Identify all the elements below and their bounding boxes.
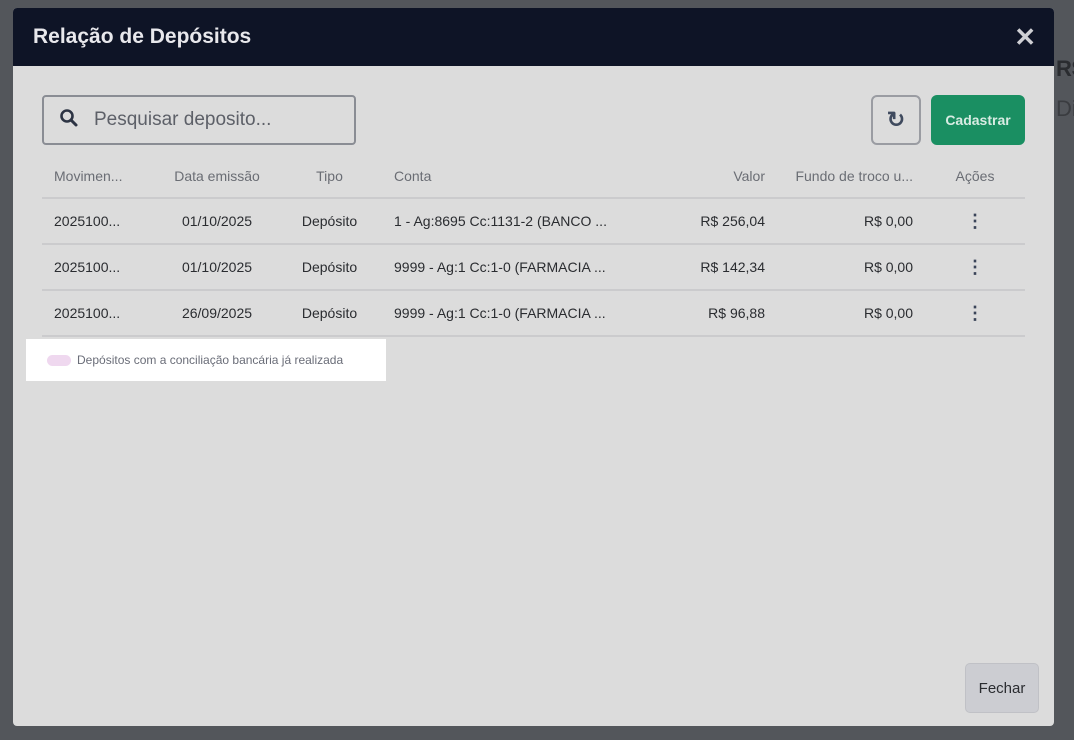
legend: Depósitos com a conciliação bancária já … — [26, 339, 386, 381]
cell-value: R$ 142,34 — [622, 243, 777, 290]
register-button[interactable]: Cadastrar — [931, 95, 1025, 145]
cell-movement: 2025100... — [42, 197, 157, 244]
table-row[interactable]: 2025100... 01/10/2025 Depósito 1 - Ag:86… — [42, 197, 1025, 244]
cell-type: Depósito — [277, 197, 382, 244]
more-actions-icon[interactable]: ⋮ — [966, 211, 984, 231]
cell-type: Depósito — [277, 243, 382, 290]
cell-account: 9999 - Ag:1 Cc:1-0 (FARMACIA ... — [382, 289, 622, 337]
search-box[interactable] — [42, 95, 356, 145]
deposits-modal: Relação de Depósitos ✕ ↻ Cadastrar Movim… — [13, 8, 1054, 726]
more-actions-icon[interactable]: ⋮ — [966, 257, 984, 277]
table-row[interactable]: 2025100... 01/10/2025 Depósito 9999 - Ag… — [42, 243, 1025, 290]
legend-swatch — [47, 354, 71, 366]
more-actions-icon[interactable]: ⋮ — [966, 303, 984, 323]
column-header[interactable]: Fundo de troco u... — [777, 154, 925, 198]
cell-value: R$ 256,04 — [622, 197, 777, 244]
column-header[interactable]: Tipo — [277, 154, 382, 198]
modal-header: Relação de Depósitos ✕ — [13, 8, 1054, 66]
cell-account: 9999 - Ag:1 Cc:1-0 (FARMACIA ... — [382, 243, 622, 290]
cell-change-fund: R$ 0,00 — [777, 289, 925, 337]
cell-value: R$ 96,88 — [622, 289, 777, 337]
cell-movement: 2025100... — [42, 243, 157, 290]
column-header[interactable]: Conta — [382, 154, 622, 198]
cell-change-fund: R$ 0,00 — [777, 197, 925, 244]
modal-title: Relação de Depósitos — [33, 25, 252, 48]
cell-movement: 2025100... — [42, 289, 157, 337]
table-row[interactable]: 2025100... 26/09/2025 Depósito 9999 - Ag… — [42, 289, 1025, 337]
column-header[interactable]: Data emissão — [157, 154, 277, 198]
cell-change-fund: R$ 0,00 — [777, 243, 925, 290]
close-icon[interactable]: ✕ — [1014, 22, 1036, 53]
deposits-table: Movimen... Data emissão Tipo Conta Valor… — [42, 154, 1025, 337]
search-icon — [44, 108, 94, 133]
legend-text: Depósitos com a conciliação bancária já … — [77, 353, 344, 367]
cell-date: 26/09/2025 — [157, 289, 277, 337]
cell-type: Depósito — [277, 289, 382, 337]
column-header: Ações — [955, 167, 995, 184]
cell-account: 1 - Ag:8695 Cc:1131-2 (BANCO ... — [382, 197, 622, 244]
close-button[interactable]: Fechar — [965, 663, 1039, 713]
background-text: Dif — [1056, 96, 1074, 121]
cell-date: 01/10/2025 — [157, 197, 277, 244]
column-header[interactable]: Movimen... — [42, 154, 157, 198]
cell-date: 01/10/2025 — [157, 243, 277, 290]
refresh-button[interactable]: ↻ — [871, 95, 921, 145]
background-text: R$ — [1056, 56, 1074, 81]
column-header[interactable]: Valor — [622, 154, 777, 198]
search-input[interactable] — [94, 109, 344, 131]
refresh-icon: ↻ — [886, 107, 906, 132]
